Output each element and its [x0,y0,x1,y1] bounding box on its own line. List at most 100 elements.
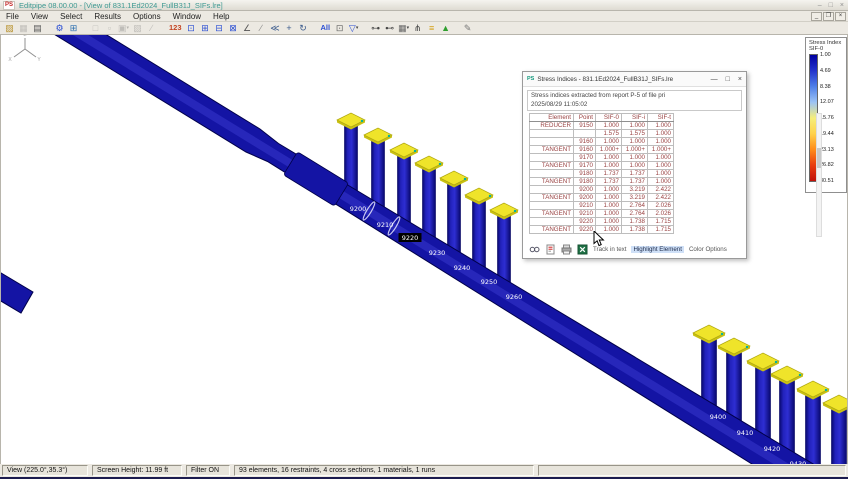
table-row[interactable]: 91801.7371.7371.000 [530,170,674,178]
find-icon[interactable] [529,244,540,255]
table-row[interactable]: 92001.0003.2192.422 [530,186,674,194]
dialog-title-bar[interactable]: PS Stress Indices - 831.1Ed2024_FullB31J… [523,72,746,87]
new-icon[interactable]: □ [89,22,102,34]
table-row[interactable]: 91701.0001.0001.000 [530,154,674,162]
table-row[interactable]: 92201.0001.7381.715 [530,218,674,226]
table-row[interactable]: TANGENT91601.000+1.000+1.000+ [530,146,674,154]
menu-window[interactable]: Window [167,11,207,22]
view-modes-icon[interactable]: ⊠ [227,22,240,34]
dialog-close-button[interactable]: × [738,76,742,83]
dialog-maximize-button[interactable]: □ [726,76,730,83]
table-row[interactable]: 92101.0002.7642.026 [530,202,674,210]
menu-help[interactable]: Help [207,11,235,22]
application-window: PS Editpipe 08.00.00 - [View of 831.1Ed2… [0,0,848,479]
reports-icon[interactable]: ▦▾ [397,22,410,34]
excel-export-icon[interactable] [577,244,588,255]
legend-tick: 19.44 [820,131,834,137]
viewport-3d[interactable]: 9200921092209230924092509260940094109420… [0,35,848,464]
ready-flag-icon[interactable]: ▲ [439,22,452,34]
line-tool-icon[interactable]: ∕ [145,22,158,34]
slope-icon[interactable]: ∕ [255,22,268,34]
run-analysis-icon[interactable]: ⚙ [53,22,66,34]
cell: 1.000 [648,162,674,170]
menu-select[interactable]: Select [54,11,88,22]
status-filter: Filter ON [186,465,230,476]
filter-icon[interactable]: ▽▾ [347,22,360,34]
view-stress-icon[interactable]: ⊡ [185,22,198,34]
legend-tick: 4.69 [820,68,834,74]
cell: 1.000+ [648,146,674,154]
axis-label: X [8,57,12,63]
anchor-plate [771,366,803,382]
node-label: 9220 [402,234,419,242]
model-tree-icon[interactable]: ⋔ [411,22,424,34]
anchor-tag [439,163,441,165]
deformed-shape-icon[interactable]: ≪ [269,22,282,34]
dialog-minimize-button[interactable]: — [711,76,718,83]
sif-table[interactable]: ElementPointSIF-0SIF-iSIF-tREDUCER91501.… [529,113,674,234]
menu-file[interactable]: File [0,11,25,22]
export-icon[interactable]: ▣▾ [117,22,130,34]
maximize-button[interactable]: □ [829,1,833,10]
table-row[interactable]: TANGENT91701.0001.0001.000 [530,162,674,170]
toolbar-separator [81,22,88,34]
col-header-sif-t[interactable]: SIF-t [648,114,674,122]
menu-results[interactable]: Results [88,11,127,22]
table-row[interactable]: 91601.0001.0001.000 [530,138,674,146]
pen-icon[interactable]: ✎ [461,22,474,34]
cell [530,218,574,226]
show-all-button[interactable]: All [319,22,333,34]
cell: 1.000 [596,162,622,170]
dialog-scrollbar[interactable] [816,113,822,237]
node-start-icon[interactable]: ⊶ [369,22,382,34]
cell: 9200 [574,194,596,202]
axis-label: Z [23,35,26,38]
cell: 9170 [574,154,596,162]
cell: 1.575 [596,130,622,138]
col-header-sif-0[interactable]: SIF-0 [596,114,622,122]
stress-indices-dialog[interactable]: PS Stress Indices - 831.1Ed2024_FullB31J… [522,71,747,259]
pan-icon[interactable]: + [283,22,296,34]
menu-view[interactable]: View [25,11,54,22]
view-displacement-icon[interactable]: ⊞ [199,22,212,34]
table-row[interactable]: REDUCER91501.0001.0001.000 [530,122,674,130]
table-row[interactable]: TANGENT92101.0002.7642.026 [530,210,674,218]
branch-pipe[interactable] [1,270,33,313]
col-header-element[interactable]: Element [530,114,574,122]
cell [530,138,574,146]
table-row[interactable]: TANGENT92001.0003.2192.422 [530,194,674,202]
cell: 1.737 [622,178,648,186]
minimize-button[interactable]: – [818,1,822,10]
paste-icon[interactable]: ▫ [103,22,116,34]
mdi-close-button[interactable]: × [835,12,846,21]
node-end-icon[interactable]: ⊷ [383,22,396,34]
table-row[interactable]: TANGENT91801.7371.7371.000 [530,178,674,186]
numbers-icon[interactable]: 123 [167,22,184,34]
save-icon[interactable]: ▦ [17,22,30,34]
edit-report-icon[interactable] [545,244,556,255]
info-line-2: 2025/08/29 11:05:02 [531,101,738,110]
cell: 1.000 [622,162,648,170]
supports-icon[interactable]: ≡ [425,22,438,34]
col-header-point[interactable]: Point [574,114,596,122]
layers-icon[interactable]: ▧ [131,22,144,34]
copy-view-icon[interactable]: ⊞ [67,22,80,34]
open-icon[interactable]: ▨ [3,22,16,34]
color-options-button[interactable]: Color Options [689,246,727,253]
mdi-minimize-button[interactable]: _ [811,12,822,21]
cell [530,154,574,162]
print-icon[interactable] [561,244,572,255]
zoom-window-icon[interactable]: ⊡ [333,22,346,34]
window-title: Editpipe 08.00.00 - [View of 831.1Ed2024… [19,1,223,10]
menu-options[interactable]: Options [127,11,167,22]
col-header-sif-i[interactable]: SIF-i [622,114,648,122]
print-icon[interactable]: ▤ [31,22,44,34]
view-forces-icon[interactable]: ⊟ [213,22,226,34]
highlight-element-toggle[interactable]: Highlight Element [631,246,684,253]
anchor-tag [514,210,516,212]
table-row[interactable]: 1.5751.5751.000 [530,130,674,138]
mdi-restore-button[interactable]: ❐ [823,12,834,21]
angle-icon[interactable]: ∠ [241,22,254,34]
close-button[interactable]: × [840,1,844,10]
rotate-icon[interactable]: ↻ [297,22,310,34]
